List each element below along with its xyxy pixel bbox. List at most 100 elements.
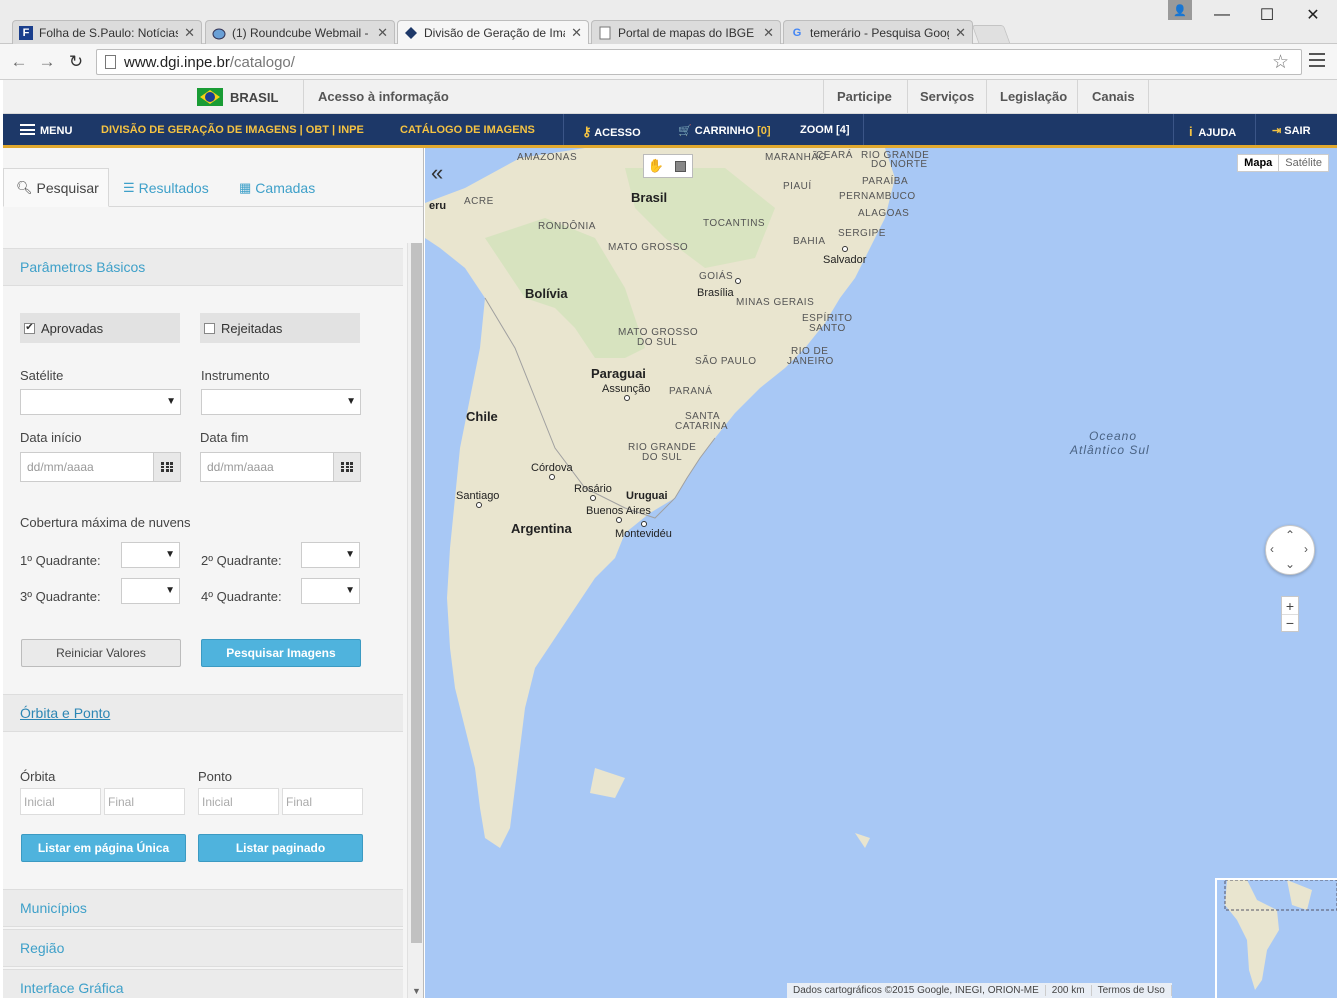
close-icon[interactable]: ✕ <box>184 25 195 41</box>
gov-link-participe[interactable]: Participe <box>837 89 892 104</box>
list-icon: ☰ <box>123 179 135 195</box>
section-municipios[interactable]: Municípios <box>3 889 403 927</box>
pan-down-icon[interactable]: ⌄ <box>1285 557 1295 571</box>
map-type-map-button[interactable]: Mapa <box>1238 155 1280 171</box>
browser-tab-ibge[interactable]: Portal de mapas do IBGE ✕ <box>591 20 781 44</box>
section-interface[interactable]: Interface Gráfica <box>3 969 403 998</box>
pan-left-icon[interactable]: ‹ <box>1270 542 1274 556</box>
satellite-select[interactable]: ▼ <box>20 389 181 415</box>
checkbox-unchecked[interactable] <box>204 322 215 334</box>
approved-checkbox[interactable]: ✔ Aprovadas <box>20 313 180 343</box>
city-marker <box>616 517 622 523</box>
pan-right-icon[interactable]: › <box>1304 542 1308 556</box>
map-attribution: Dados cartográficos ©2015 Google, INEGI,… <box>787 983 1172 998</box>
google-favicon-icon: G <box>792 26 802 39</box>
new-tab-button[interactable] <box>971 25 1011 43</box>
q4-select[interactable]: ▼ <box>301 578 360 604</box>
maximize-icon[interactable]: ☐ <box>1252 4 1282 26</box>
chevron-down-icon: ▼ <box>166 396 176 407</box>
bookmark-star-icon[interactable]: ☆ <box>1272 51 1289 74</box>
minimize-icon[interactable]: — <box>1207 4 1237 26</box>
logout-button[interactable]: ⇥ SAIR <box>1272 124 1311 137</box>
gov-access-info-link[interactable]: Acesso à informação <box>318 89 449 104</box>
city-marker <box>590 495 596 501</box>
checkbox-checked[interactable]: ✔ <box>24 322 35 334</box>
map-type-satellite-button[interactable]: Satélite <box>1279 155 1328 171</box>
collapse-panel-icon[interactable]: « <box>431 160 443 186</box>
hand-pan-icon[interactable]: ✋ <box>644 155 668 177</box>
catalog-link[interactable]: CATÁLOGO DE IMAGENS <box>400 124 535 136</box>
profile-icon[interactable]: 👤 <box>1168 0 1192 20</box>
zoom-indicator: ZOOM [4] <box>800 124 850 136</box>
browser-menu-icon[interactable] <box>1309 53 1325 71</box>
cart-button[interactable]: 🛒 CARRINHO [0] <box>678 124 771 137</box>
scroll-down-arrow-icon[interactable]: ▼ <box>412 986 421 996</box>
menu-button[interactable]: MENU <box>20 124 72 137</box>
division-link[interactable]: DIVISÃO DE GERAÇÃO DE IMAGENS | OBT | IN… <box>101 124 364 136</box>
panel-scrollbar[interactable]: ▼ <box>407 243 423 998</box>
calendar-icon[interactable] <box>333 453 360 481</box>
rectangle-draw-button[interactable] <box>668 155 692 177</box>
browser-tab-google[interactable]: G temerário - Pesquisa Goog ✕ <box>783 20 973 44</box>
pan-control[interactable]: ⌃ ⌄ ‹ › <box>1265 525 1315 575</box>
map-country-label: Argentina <box>511 521 572 536</box>
date-start-input[interactable]: dd/mm/aaaa <box>20 452 181 482</box>
app-navbar: MENU DIVISÃO DE GERAÇÃO DE IMAGENS | OBT… <box>3 114 1337 148</box>
browser-tab-folha[interactable]: F Folha de S.Paulo: Notícias ✕ <box>12 20 202 44</box>
access-button[interactable]: ⚷ ACESSO <box>582 124 641 140</box>
address-bar[interactable]: www.dgi.inpe.br/catalogo/ ☆ <box>96 49 1302 75</box>
instrument-select[interactable]: ▼ <box>201 389 361 415</box>
gov-link-servicos[interactable]: Serviços <box>920 89 974 104</box>
zoom-out-button[interactable]: − <box>1282 614 1298 631</box>
close-icon[interactable]: ✕ <box>377 25 388 41</box>
scrollbar-thumb[interactable] <box>411 243 422 943</box>
close-icon[interactable]: ✕ <box>955 25 966 41</box>
calendar-icon[interactable] <box>153 453 180 481</box>
date-end-input[interactable]: dd/mm/aaaa <box>200 452 361 482</box>
zoom-in-button[interactable]: + <box>1282 597 1298 614</box>
map-label: AMAZONAS <box>517 152 578 163</box>
point-label: Ponto <box>198 769 232 784</box>
rejected-checkbox[interactable]: Rejeitadas <box>200 313 360 343</box>
tab-resultados[interactable]: ☰ Resultados <box>111 168 221 207</box>
brazil-flag-icon[interactable] <box>197 88 223 106</box>
gov-brasil-link[interactable]: BRASIL <box>230 90 278 105</box>
terms-link[interactable]: Termos de Uso <box>1092 985 1172 996</box>
map-label: ACRE <box>464 196 494 207</box>
list-paged-button[interactable]: Listar paginado <box>198 834 363 862</box>
reset-values-button[interactable]: Reiniciar Valores <box>21 639 181 667</box>
map-city-label: Assunção <box>602 383 651 395</box>
search-images-button[interactable]: Pesquisar Imagens <box>201 639 361 667</box>
close-icon[interactable]: ✕ <box>571 25 582 41</box>
cart-count: [0] <box>757 125 771 137</box>
tab-pesquisar[interactable]: 🔍︎ Pesquisar <box>3 168 109 207</box>
forward-arrow-icon[interactable]: → <box>37 52 57 72</box>
point-initial-input[interactable]: Inicial <box>198 788 279 815</box>
q2-select[interactable]: ▼ <box>301 542 360 568</box>
close-icon[interactable]: ✕ <box>763 25 774 41</box>
section-orbit-point[interactable]: Órbita e Ponto <box>3 694 403 732</box>
reload-icon[interactable]: ↻ <box>66 52 86 72</box>
list-single-page-button[interactable]: Listar em página Única <box>21 834 186 862</box>
tab-camadas[interactable]: ▦ Camadas <box>227 168 327 207</box>
orbit-initial-input[interactable]: Inicial <box>20 788 101 815</box>
overview-map[interactable] <box>1215 878 1337 998</box>
gov-link-canais[interactable]: Canais <box>1092 89 1135 104</box>
orbit-final-input[interactable]: Final <box>104 788 185 815</box>
section-basic-params[interactable]: Parâmetros Básicos <box>3 248 403 286</box>
browser-tab-roundcube[interactable]: (1) Roundcube Webmail - ✕ <box>205 20 395 44</box>
gov-link-legislacao[interactable]: Legislação <box>1000 89 1067 104</box>
key-icon: ⚷ <box>582 124 592 139</box>
help-button[interactable]: i AJUDA <box>1189 124 1236 139</box>
point-final-input[interactable]: Final <box>282 788 363 815</box>
q3-select[interactable]: ▼ <box>121 578 180 604</box>
pan-up-icon[interactable]: ⌃ <box>1285 528 1295 542</box>
map-label: PARAÍBA <box>862 176 909 187</box>
browser-tab-dgi[interactable]: Divisão de Geração de Ima ✕ <box>397 20 589 45</box>
close-window-icon[interactable]: ✕ <box>1298 4 1328 26</box>
q1-select[interactable]: ▼ <box>121 542 180 568</box>
back-arrow-icon[interactable]: ← <box>9 52 29 72</box>
section-regiao[interactable]: Região <box>3 929 403 967</box>
map-canvas[interactable]: AMAZONAS MARANHÃO CEARÁ RIO GRANDE DO NO… <box>425 148 1337 998</box>
tab-label: Portal de mapas do IBGE <box>618 25 755 40</box>
